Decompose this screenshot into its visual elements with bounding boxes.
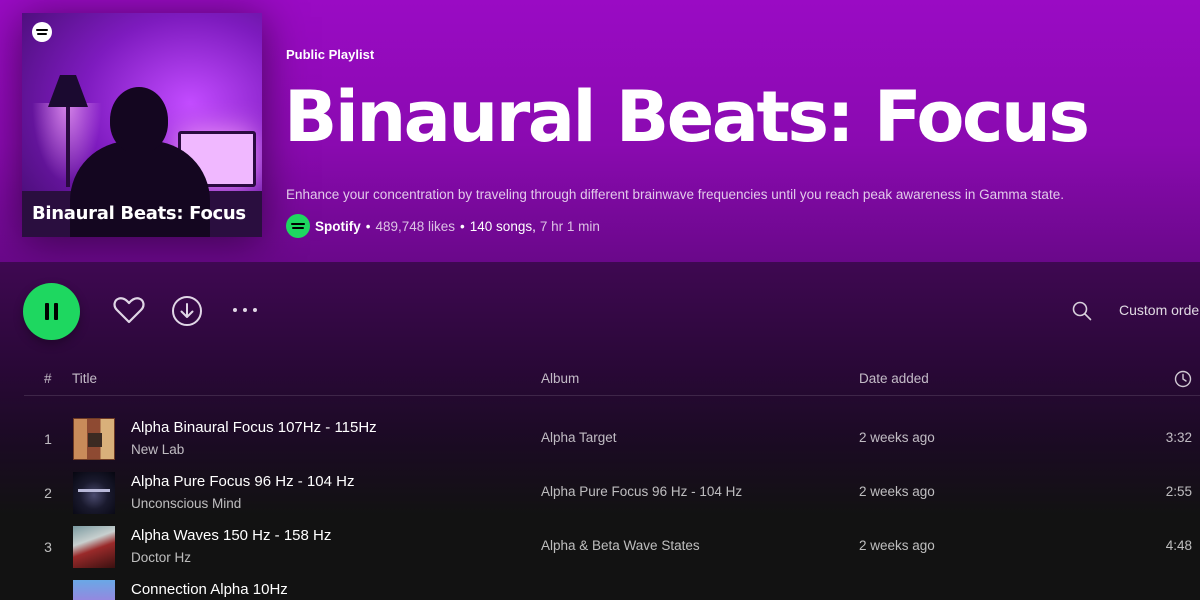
track-title[interactable]: Alpha Pure Focus 96 Hz - 104 Hz: [131, 473, 354, 490]
playlist-description: Enhance your concentration by traveling …: [286, 187, 1064, 202]
track-title[interactable]: Alpha Binaural Focus 107Hz - 115Hz: [131, 419, 377, 436]
cover-lamp-pole: [66, 107, 70, 187]
meta-separator: •: [365, 218, 371, 234]
column-header-number: #: [44, 371, 52, 386]
track-title[interactable]: Connection Alpha 10Hz: [131, 581, 288, 598]
track-title[interactable]: Alpha Waves 150 Hz - 158 Hz: [131, 527, 331, 544]
column-header-date-added[interactable]: Date added: [859, 371, 929, 386]
cover-title: Binaural Beats: Focus: [32, 203, 246, 224]
spotify-logo-icon: [32, 22, 52, 42]
likes-count: 489,748 likes: [375, 218, 456, 234]
meta-separator: •: [460, 218, 465, 234]
playlist-type-label: Public Playlist: [286, 47, 375, 62]
track-artwork: [73, 580, 115, 600]
column-header-title[interactable]: Title: [72, 371, 97, 386]
track-artist[interactable]: Unconscious Mind: [131, 496, 241, 511]
track-album[interactable]: Alpha Pure Focus 96 Hz - 104 Hz: [541, 484, 742, 499]
spotify-logo-icon: [286, 214, 310, 238]
download-icon[interactable]: [171, 295, 203, 327]
playlist-cover[interactable]: Binaural Beats: Focus: [22, 13, 262, 237]
playlist-header: Binaural Beats: Focus Public Playlist Bi…: [0, 0, 1200, 262]
pause-icon: [54, 303, 58, 320]
track-artwork: [73, 418, 115, 460]
track-date-added: 2 weeks ago: [859, 484, 935, 499]
owner-link[interactable]: Spotify: [315, 219, 361, 234]
track-date-added: 2 weeks ago: [859, 430, 935, 445]
pause-button[interactable]: [23, 283, 80, 340]
header-divider: [24, 395, 1200, 396]
track-album[interactable]: Alpha & Beta Wave States: [541, 538, 700, 553]
artwork-block: [88, 433, 102, 447]
track-row[interactable]: 1 Alpha Binaural Focus 107Hz - 115Hz New…: [0, 412, 1200, 466]
track-duration: 4:48: [1165, 538, 1192, 553]
track-row[interactable]: 3 Alpha Waves 150 Hz - 158 Hz Doctor Hz …: [0, 520, 1200, 574]
track-artwork: [73, 526, 115, 568]
more-icon[interactable]: [229, 300, 261, 320]
search-icon[interactable]: [1071, 300, 1093, 322]
song-count: 140 songs,: [469, 218, 536, 234]
playlist-title: Binaural Beats: Focus: [284, 76, 1090, 158]
pause-icon: [45, 303, 49, 320]
total-duration: 7 hr 1 min: [539, 218, 600, 234]
track-album[interactable]: Alpha Target: [541, 430, 617, 445]
track-number: 3: [44, 539, 52, 555]
track-artist[interactable]: Doctor Hz: [131, 550, 191, 565]
track-number: 1: [44, 431, 52, 447]
heart-icon[interactable]: [112, 294, 146, 326]
track-artwork: [73, 472, 115, 514]
track-artist[interactable]: New Lab: [131, 442, 184, 457]
track-duration: 3:32: [1165, 430, 1192, 445]
track-duration: 2:55: [1165, 484, 1192, 499]
track-row[interactable]: 2 Alpha Pure Focus 96 Hz - 104 Hz Uncons…: [0, 466, 1200, 520]
column-header-album[interactable]: Album: [541, 371, 579, 386]
track-date-added: 2 weeks ago: [859, 538, 935, 553]
track-number: 2: [44, 485, 52, 501]
sort-dropdown[interactable]: Custom order: [1119, 302, 1200, 318]
clock-icon[interactable]: [1174, 370, 1192, 388]
playlist-meta: Spotify • 489,748 likes • 140 songs, 7 h…: [286, 214, 600, 238]
track-row[interactable]: Connection Alpha 10Hz: [0, 574, 1200, 600]
cover-lamp: [48, 75, 88, 107]
cover-person-head: [110, 87, 168, 153]
artwork-text-mark: [78, 489, 110, 492]
